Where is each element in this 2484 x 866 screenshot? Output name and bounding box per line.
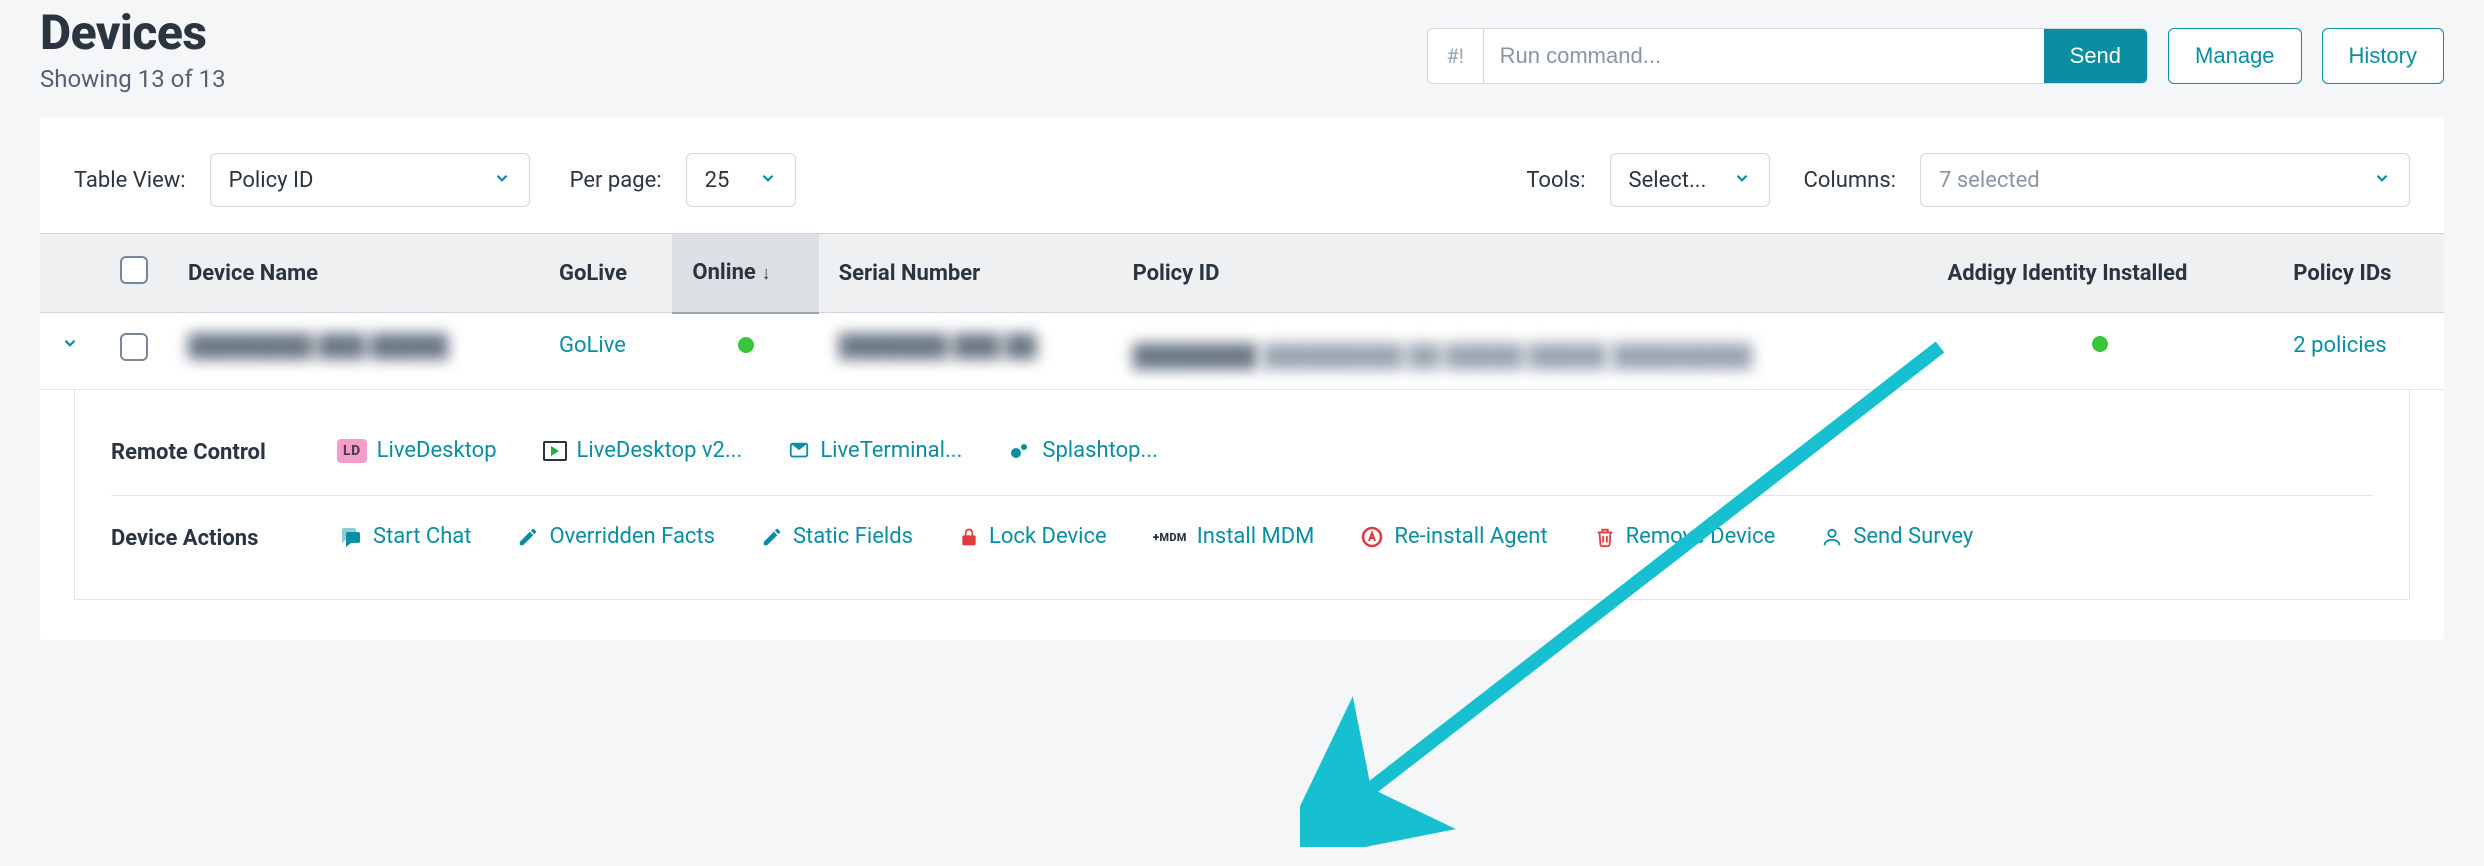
serial-number: ███████ ███ ██	[839, 333, 1037, 359]
per-page-value: 25	[705, 168, 730, 193]
columns-label: Columns:	[1804, 168, 1896, 193]
send-survey-label: Send Survey	[1853, 524, 1973, 549]
static-fields-label: Static Fields	[793, 524, 913, 549]
remove-device-label: Remove Device	[1626, 524, 1776, 549]
splashtop-label: Splashtop...	[1042, 438, 1158, 463]
device-name-link[interactable]: ████████ ███ █████	[188, 333, 448, 359]
per-page-select[interactable]: 25	[686, 153, 796, 207]
sort-desc-icon: ↓	[762, 263, 771, 284]
row-expansion-panel: Remote Control LD LiveDesktop LiveDeskto…	[74, 390, 2410, 600]
start-chat-action[interactable]: Start Chat	[337, 524, 471, 549]
reinstall-agent-label: Re-install Agent	[1394, 524, 1547, 549]
chevron-down-icon	[2373, 168, 2391, 193]
per-page-label: Per page:	[570, 168, 662, 193]
lock-device-label: Lock Device	[989, 524, 1107, 549]
col-device-name[interactable]: Device Name	[168, 234, 539, 313]
remove-device-action[interactable]: Remove Device	[1594, 524, 1776, 549]
overridden-facts-label: Overridden Facts	[549, 524, 715, 549]
install-mdm-action[interactable]: MDM Install MDM	[1153, 524, 1315, 549]
pencil-icon	[517, 526, 539, 548]
livedesktop-v2-label: LiveDesktop v2...	[577, 438, 743, 463]
chat-icon	[337, 525, 363, 549]
table-view-select[interactable]: Policy ID	[210, 153, 530, 207]
expand-row-toggle[interactable]	[61, 333, 79, 358]
livedesktop-action[interactable]: LD LiveDesktop	[337, 438, 497, 463]
reinstall-agent-action[interactable]: Re-install Agent	[1360, 524, 1547, 549]
page-title: Devices	[40, 4, 226, 61]
manage-button[interactable]: Manage	[2168, 28, 2302, 84]
livedesktop-label: LiveDesktop	[377, 438, 497, 463]
command-prefix: #!	[1428, 29, 1484, 83]
splashtop-icon	[1008, 439, 1032, 463]
pencil-icon	[761, 526, 783, 548]
policy-id-detail: █████████	[1612, 343, 1752, 369]
col-policy-id[interactable]: Policy ID	[1113, 234, 1928, 313]
policy-id-link[interactable]: ████████	[1133, 343, 1258, 369]
livedesktop-v2-action[interactable]: LiveDesktop v2...	[543, 438, 743, 463]
remote-control-label: Remote Control	[111, 438, 301, 465]
col-online[interactable]: Online ↓	[672, 234, 818, 313]
identity-installed-dot	[2092, 336, 2108, 352]
table-view-value: Policy ID	[229, 168, 314, 193]
policy-ids-link[interactable]: 2 policies	[2293, 333, 2386, 358]
devices-table: Device Name GoLive Online ↓ Serial Number…	[40, 233, 2444, 390]
col-online-label: Online	[692, 260, 755, 285]
columns-value: 7 selected	[1939, 168, 2040, 193]
tools-select[interactable]: Select...	[1610, 153, 1770, 207]
golive-link[interactable]: GoLive	[559, 333, 626, 358]
terminal-icon	[788, 440, 810, 462]
col-serial[interactable]: Serial Number	[819, 234, 1113, 313]
chevron-down-icon	[1733, 168, 1751, 193]
lock-icon	[959, 526, 979, 548]
select-all-checkbox[interactable]	[120, 256, 148, 284]
history-button[interactable]: History	[2322, 28, 2444, 84]
row-checkbox[interactable]	[120, 333, 148, 361]
col-golive[interactable]: GoLive	[539, 234, 672, 313]
livedesktop-icon: LD	[337, 439, 367, 463]
send-button[interactable]: Send	[2044, 29, 2147, 83]
splashtop-action[interactable]: Splashtop...	[1008, 438, 1158, 463]
col-policy-ids[interactable]: Policy IDs	[2273, 234, 2444, 313]
send-survey-action[interactable]: Send Survey	[1821, 524, 1973, 549]
command-input[interactable]	[1484, 29, 2044, 83]
page-subtitle: Showing 13 of 13	[40, 65, 226, 93]
online-status-dot	[738, 337, 754, 353]
chevron-down-icon	[493, 168, 511, 193]
command-bar: #! Send	[1427, 28, 2148, 84]
columns-select[interactable]: 7 selected	[1920, 153, 2410, 207]
policy-id-detail: █████████ ██ █████ █████	[1263, 343, 1607, 369]
table-row: ████████ ███ █████ GoLive ███████ ███ ██…	[40, 313, 2444, 390]
play-icon	[543, 441, 567, 461]
lock-device-action[interactable]: Lock Device	[959, 524, 1107, 549]
tools-label: Tools:	[1526, 168, 1585, 193]
device-actions-label: Device Actions	[111, 524, 301, 551]
install-mdm-label: Install MDM	[1197, 524, 1315, 549]
trash-icon	[1594, 525, 1616, 549]
user-icon	[1821, 526, 1843, 548]
table-view-label: Table View:	[74, 168, 186, 193]
overridden-facts-action[interactable]: Overridden Facts	[517, 524, 715, 549]
col-addigy-identity[interactable]: Addigy Identity Installed	[1927, 234, 2273, 313]
reinstall-icon	[1360, 525, 1384, 549]
liveterminal-label: LiveTerminal...	[820, 438, 962, 463]
static-fields-action[interactable]: Static Fields	[761, 524, 913, 549]
chevron-down-icon	[759, 168, 777, 193]
mdm-icon: MDM	[1153, 530, 1187, 544]
start-chat-label: Start Chat	[373, 524, 471, 549]
liveterminal-action[interactable]: LiveTerminal...	[788, 438, 962, 463]
tools-value: Select...	[1629, 168, 1707, 193]
